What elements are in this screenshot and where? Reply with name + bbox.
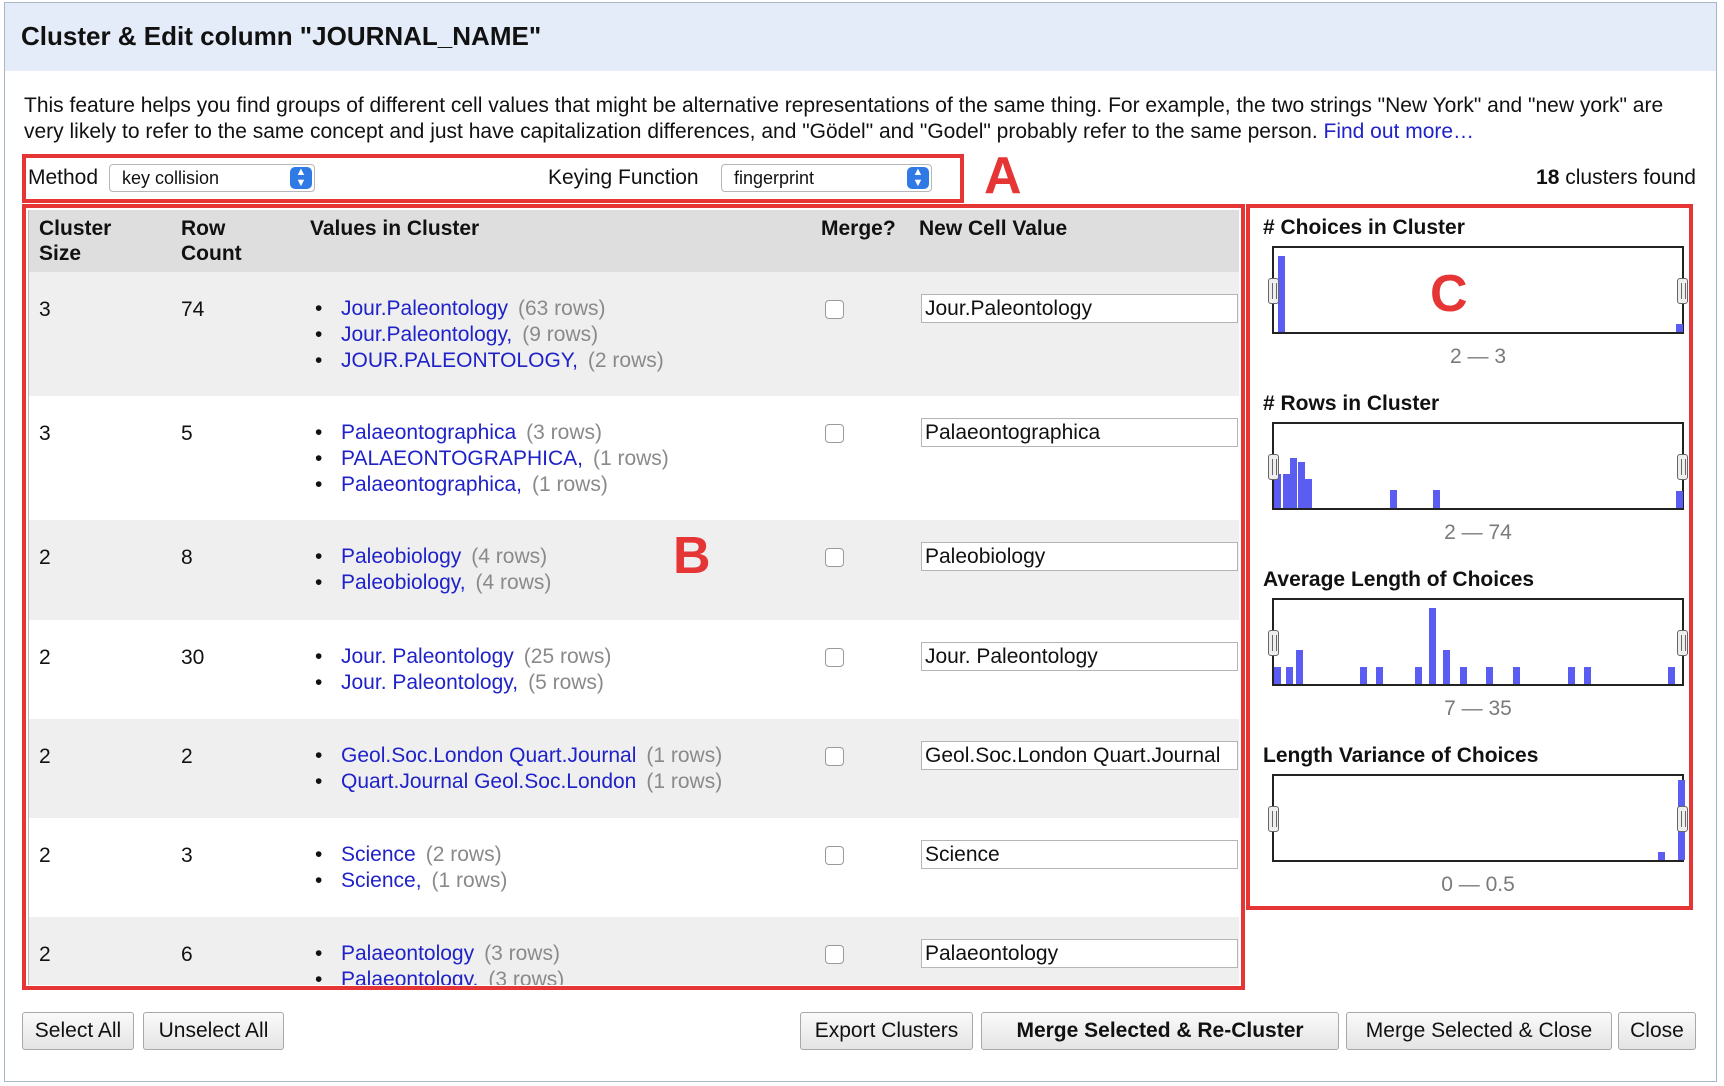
clusters-found: 18 clusters found	[1536, 166, 1696, 190]
close-button[interactable]: Close	[1618, 1012, 1696, 1050]
annotation-box-b	[22, 204, 1245, 990]
clusters-found-label: clusters found	[1565, 166, 1696, 189]
clusters-count: 18	[1536, 166, 1560, 189]
dialog-titlebar: Cluster & Edit column "JOURNAL_NAME"	[5, 3, 1716, 71]
unselect-all-button[interactable]: Unselect All	[143, 1012, 284, 1050]
merge-close-button[interactable]: Merge Selected & Close	[1346, 1012, 1612, 1050]
annotation-letter-b: B	[673, 527, 711, 585]
annotation-box-c	[1246, 204, 1693, 910]
annotation-box-a	[22, 154, 964, 203]
dialog-description: This feature helps you find groups of di…	[24, 93, 1684, 145]
find-out-more-link[interactable]: Find out more…	[1324, 120, 1475, 143]
select-all-button[interactable]: Select All	[22, 1012, 134, 1050]
merge-recluster-button[interactable]: Merge Selected & Re-Cluster	[981, 1012, 1339, 1050]
dialog-title: Cluster & Edit column "JOURNAL_NAME"	[21, 21, 542, 51]
annotation-letter-c: C	[1430, 265, 1468, 323]
annotation-letter-a: A	[984, 147, 1022, 205]
export-clusters-button[interactable]: Export Clusters	[800, 1012, 973, 1050]
